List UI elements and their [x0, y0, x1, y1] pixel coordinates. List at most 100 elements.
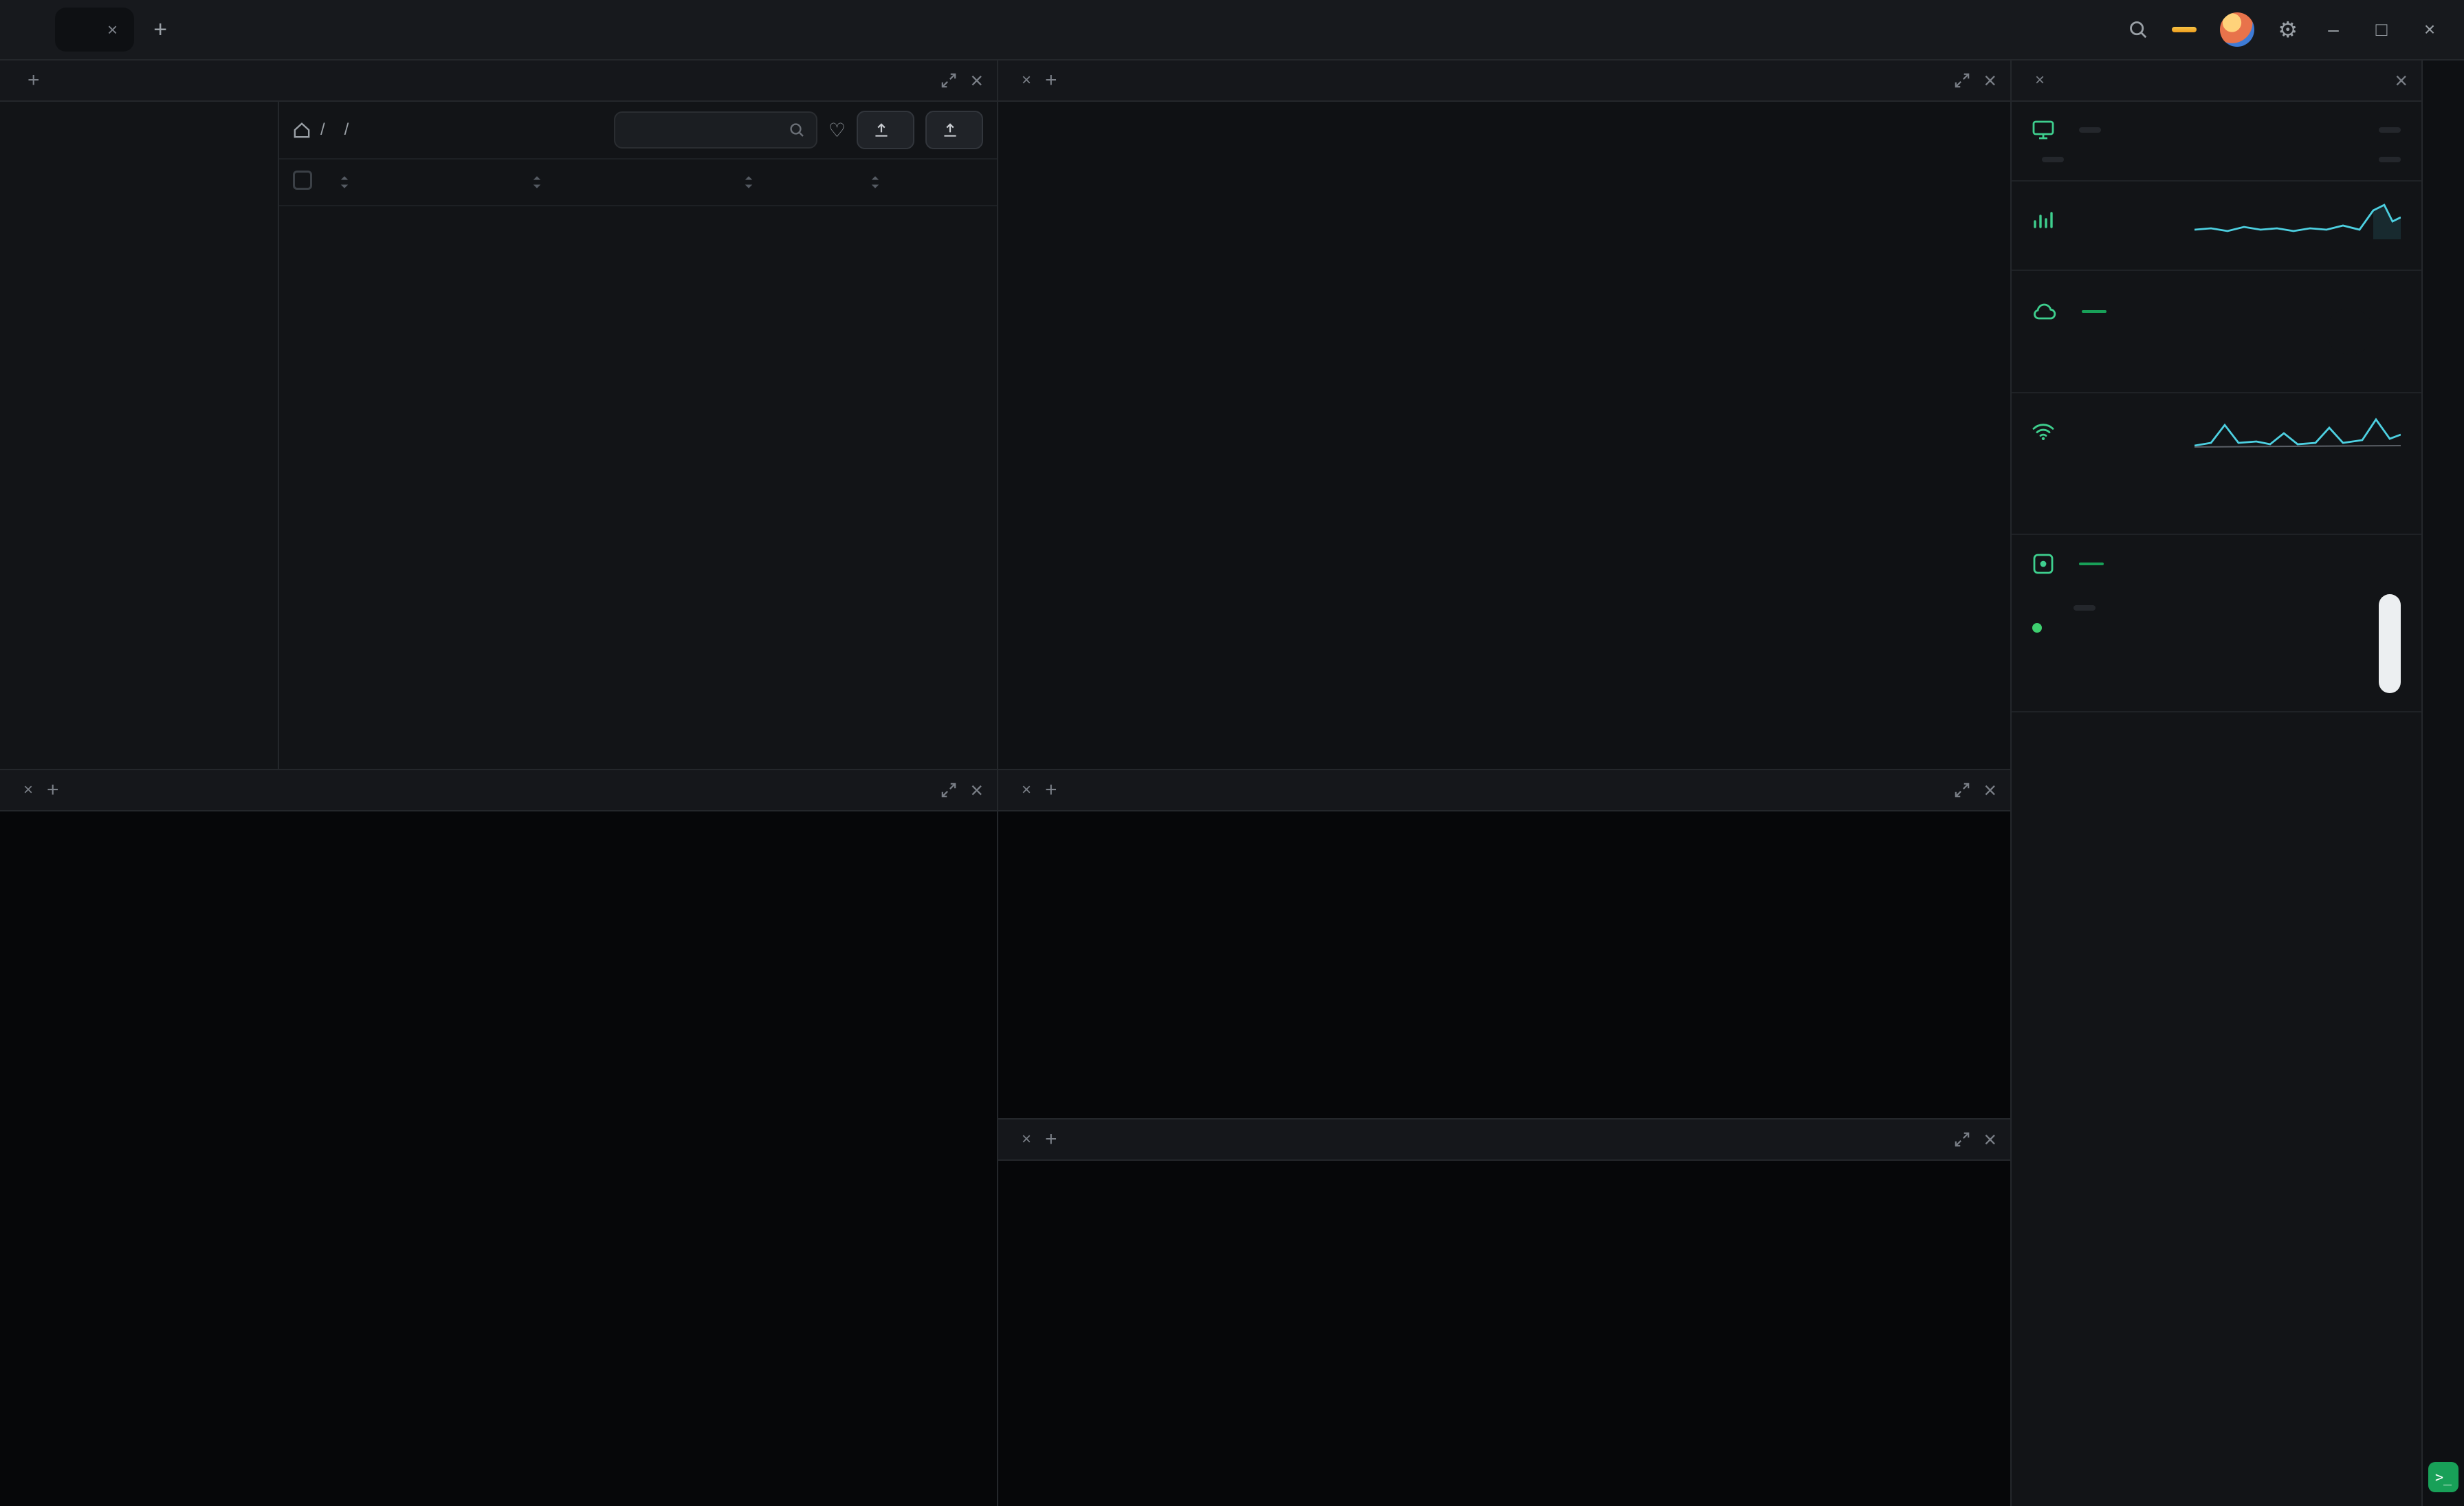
file-tree — [0, 102, 279, 769]
editor-tab-info-sh[interactable]: × — [1012, 71, 1031, 90]
close-panel-icon[interactable]: × — [1983, 68, 1996, 94]
column-mtime[interactable] — [865, 175, 983, 190]
terminal-3-output[interactable] — [998, 1161, 2010, 1506]
right-side-strip: >_ — [2423, 61, 2464, 1506]
breadcrumb[interactable]: / / — [293, 120, 358, 140]
sort-icon — [340, 176, 349, 188]
file-browser: / / ♡ — [279, 102, 997, 769]
memory-free-item — [2126, 342, 2142, 360]
free-dot — [2126, 342, 2135, 352]
upload-icon — [875, 123, 888, 137]
code-editor[interactable] — [998, 102, 2010, 769]
used-dot — [2032, 342, 2042, 352]
disk-gauge — [2379, 594, 2401, 693]
network-table — [2032, 472, 2401, 516]
upload-traffic — [2260, 484, 2401, 494]
new-terminal-button[interactable]: + — [1045, 778, 1057, 802]
search-input[interactable] — [626, 120, 789, 140]
sort-icon — [871, 176, 879, 188]
memory-cache-item — [2079, 342, 2096, 360]
cpu-card — [2012, 182, 2421, 271]
column-atime[interactable] — [738, 175, 865, 190]
file-manager-panel: + × / / ♡ — [0, 61, 997, 770]
close-panel-icon[interactable]: × — [970, 778, 983, 803]
network-card — [2012, 393, 2421, 535]
column-size[interactable] — [527, 175, 617, 190]
terminal-1-output[interactable] — [0, 811, 997, 1506]
upload-icon — [944, 123, 956, 137]
memory-used-item — [2032, 342, 2049, 360]
expand-icon[interactable] — [1955, 1132, 1970, 1147]
disk-table — [2032, 594, 2401, 693]
add-file-manager-button[interactable]: + — [28, 69, 40, 92]
timezone-chip — [2042, 157, 2064, 162]
monitor-tab[interactable]: × — [2025, 71, 2045, 90]
distro-chip — [2079, 127, 2101, 133]
close-tab-icon[interactable]: × — [1022, 1130, 1031, 1149]
file-table-header — [279, 160, 997, 206]
search-box[interactable] — [613, 111, 817, 149]
cpu-bars-icon — [2034, 212, 2053, 228]
upload-speed — [2120, 484, 2260, 494]
memory-donut-chart — [2307, 289, 2392, 374]
expand-icon[interactable] — [941, 783, 956, 798]
gear-icon[interactable]: ⚙ — [2278, 17, 2298, 43]
disk-usage-badge — [2079, 563, 2104, 565]
sort-icon — [533, 176, 541, 188]
select-all-checkbox[interactable] — [293, 171, 312, 190]
session-tab[interactable]: × — [55, 8, 135, 52]
close-tab-icon[interactable]: × — [1022, 71, 1031, 90]
vip-badge[interactable] — [2172, 27, 2197, 32]
close-window-button[interactable]: × — [2417, 19, 2442, 41]
upload-folder-button[interactable] — [925, 111, 983, 149]
close-tab-icon[interactable]: × — [23, 781, 33, 800]
fstype-chip — [2074, 605, 2096, 611]
search-icon[interactable] — [2128, 19, 2148, 40]
wifi-icon — [2032, 424, 2054, 440]
uptime-chip — [2379, 157, 2401, 162]
new-editor-tab-button[interactable]: + — [1045, 69, 1057, 92]
expand-icon[interactable] — [1955, 783, 1970, 798]
favorite-icon[interactable]: ♡ — [828, 119, 846, 142]
search-icon — [790, 123, 804, 137]
close-tab-icon[interactable]: × — [107, 19, 118, 41]
cache-dot — [2079, 342, 2089, 352]
disk-icon — [2033, 554, 2054, 574]
download-speed — [2120, 506, 2260, 516]
new-session-button[interactable]: + — [153, 17, 167, 43]
terminal-1-tab[interactable]: × — [14, 781, 33, 800]
download-traffic — [2260, 506, 2401, 516]
new-terminal-button[interactable]: + — [47, 778, 59, 802]
terminal-2-panel: × + × — [998, 770, 2010, 1120]
memory-card — [2012, 271, 2421, 393]
close-tab-icon[interactable]: × — [1022, 781, 1031, 800]
close-panel-icon[interactable]: × — [1983, 1127, 1996, 1153]
monitor-panel: × × — [2012, 61, 2423, 1506]
disk-card — [2012, 535, 2421, 712]
monitor-icon — [2032, 120, 2054, 140]
new-terminal-button[interactable]: + — [1045, 1128, 1057, 1151]
cloud-icon — [2034, 303, 2056, 320]
close-panel-icon[interactable]: × — [1983, 778, 1996, 803]
minimize-button[interactable]: – — [2321, 19, 2346, 41]
memory-total-badge — [2082, 310, 2106, 313]
top-bar: × + ⚙ – □ × — [0, 0, 2464, 61]
close-tab-icon[interactable]: × — [2035, 71, 2045, 90]
close-panel-icon[interactable]: × — [2395, 68, 2408, 94]
cpu-sparkline — [2194, 204, 2401, 239]
quick-terminal-button[interactable]: >_ — [2428, 1462, 2458, 1492]
memory-legend — [2032, 342, 2307, 360]
terminal-1-panel: × + × — [0, 770, 997, 1506]
terminal-3-tab[interactable]: × — [1012, 1130, 1031, 1149]
close-panel-icon[interactable]: × — [970, 68, 983, 94]
avatar[interactable] — [2220, 12, 2255, 47]
upload-file-button[interactable] — [857, 111, 914, 149]
system-card — [2012, 102, 2421, 182]
app-window: × + ⚙ – □ × + × / / ♡ × + × × + × × + × … — [0, 0, 2464, 1506]
terminal-2-tab[interactable]: × — [1012, 781, 1031, 800]
expand-icon[interactable] — [1955, 73, 1970, 88]
expand-icon[interactable] — [941, 73, 956, 88]
maximize-button[interactable]: □ — [2369, 19, 2394, 41]
column-name[interactable] — [334, 175, 527, 190]
terminal-2-output[interactable] — [998, 811, 2010, 1118]
